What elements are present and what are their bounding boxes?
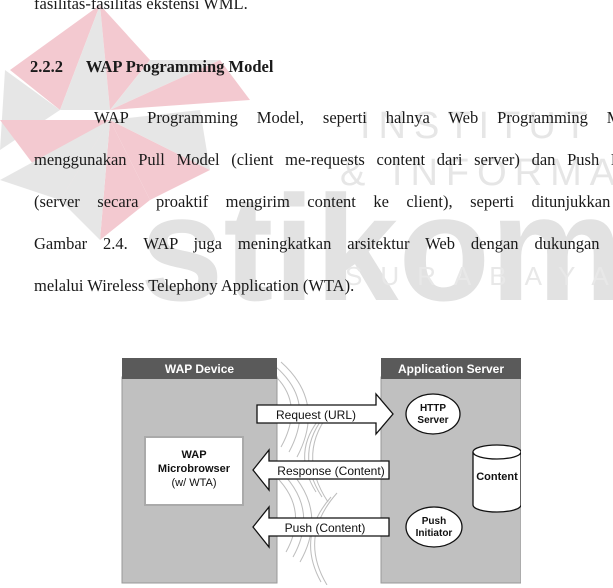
section-title: WAP Programming Model (85, 57, 274, 76)
request-arrow-label: Request (URL) (276, 408, 356, 422)
wap-device-title: WAP Device (165, 362, 234, 376)
push-initiator-node: Push Initiator (405, 506, 463, 548)
paragraph-line-1: WAP Programming Model, seperti halnya We… (94, 108, 613, 127)
microbrowser-line-3: (w/ WTA) (171, 477, 216, 489)
section-number: 2.2.2 (30, 57, 63, 76)
paragraph-line-2: menggunakan Pull Model (client me-reques… (34, 150, 613, 169)
microbrowser-line-1: WAP (181, 449, 206, 461)
http-server-line-2: Server (417, 415, 448, 426)
paragraph-line-5: melalui Wireless Telephony Application (… (34, 276, 355, 295)
paragraph-line-3: (server secara proaktif mengirim content… (34, 192, 613, 211)
wap-programming-model-diagram: WAP Device Application Server WAP Microb… (121, 358, 521, 585)
section-heading: 2.2.2 WAP Programming Model (30, 57, 273, 77)
application-server-title: Application Server (398, 362, 504, 376)
push-arrow-label: Push (Content) (285, 521, 366, 535)
document-body: fasilitas-fasilitas ekstensi WML. 2.2.2 … (0, 0, 613, 330)
response-arrow-label: Response (Content) (277, 464, 384, 478)
push-initiator-line-2: Initiator (416, 528, 453, 539)
http-server-line-1: HTTP (420, 403, 446, 414)
paragraph-line-4: Gambar 2.4. WAP juga meningkatkan arsite… (34, 234, 613, 253)
http-server-node: HTTP Server (405, 393, 461, 435)
microbrowser-line-2: Microbrowser (158, 463, 231, 475)
top-text-fragment: fasilitas-fasilitas ekstensi WML. (34, 0, 248, 13)
push-initiator-line-1: Push (422, 516, 446, 527)
content-database-label: Content (476, 471, 518, 483)
content-database-icon: Content (472, 444, 521, 513)
wap-microbrowser-box: WAP Microbrowser (w/ WTA) (144, 436, 244, 506)
